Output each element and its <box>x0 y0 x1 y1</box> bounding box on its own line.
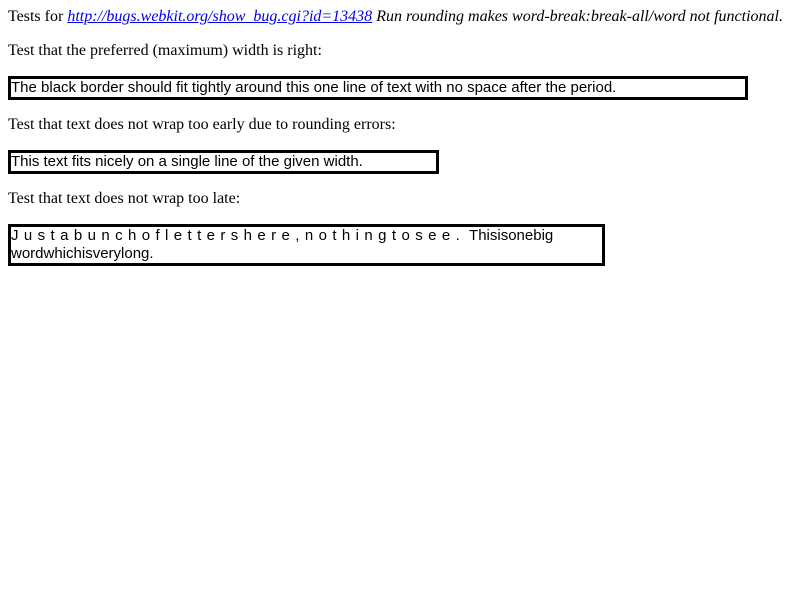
test-2-box-text: This text fits nicely on a single line o… <box>11 153 363 170</box>
test-1-box-text: The black border should fit tightly arou… <box>11 79 617 96</box>
test-3-bordered-box: Justabunchoflettershere,nothingtosee. Th… <box>8 224 605 266</box>
test-1-caption: Test that the preferred (maximum) width … <box>8 42 322 59</box>
bug-link[interactable]: http://bugs.webkit.org/show_bug.cgi?id=1… <box>67 8 372 25</box>
test-2-bordered-box: This text fits nicely on a single line o… <box>8 150 439 174</box>
intro-prefix: Tests for <box>8 8 68 25</box>
test-3-long-word-start: Thisisonebig <box>465 227 554 244</box>
test-2-caption: Test that text does not wrap too early d… <box>8 116 396 133</box>
test-3-caption: Test that text does not wrap too late: <box>8 190 241 207</box>
test-3-spaced-text: Justabunchoflettershere,nothingtosee. <box>11 227 466 244</box>
test-3-long-word-end: wordwhichisverylong. <box>11 245 154 262</box>
document-page: Tests for http://bugs.webkit.org/show_bu… <box>8 8 792 266</box>
bug-title: Run rounding makes word-break:break-all/… <box>372 8 783 25</box>
test-1-bordered-box: The black border should fit tightly arou… <box>8 76 748 100</box>
intro-line: Tests for http://bugs.webkit.org/show_bu… <box>8 8 792 26</box>
